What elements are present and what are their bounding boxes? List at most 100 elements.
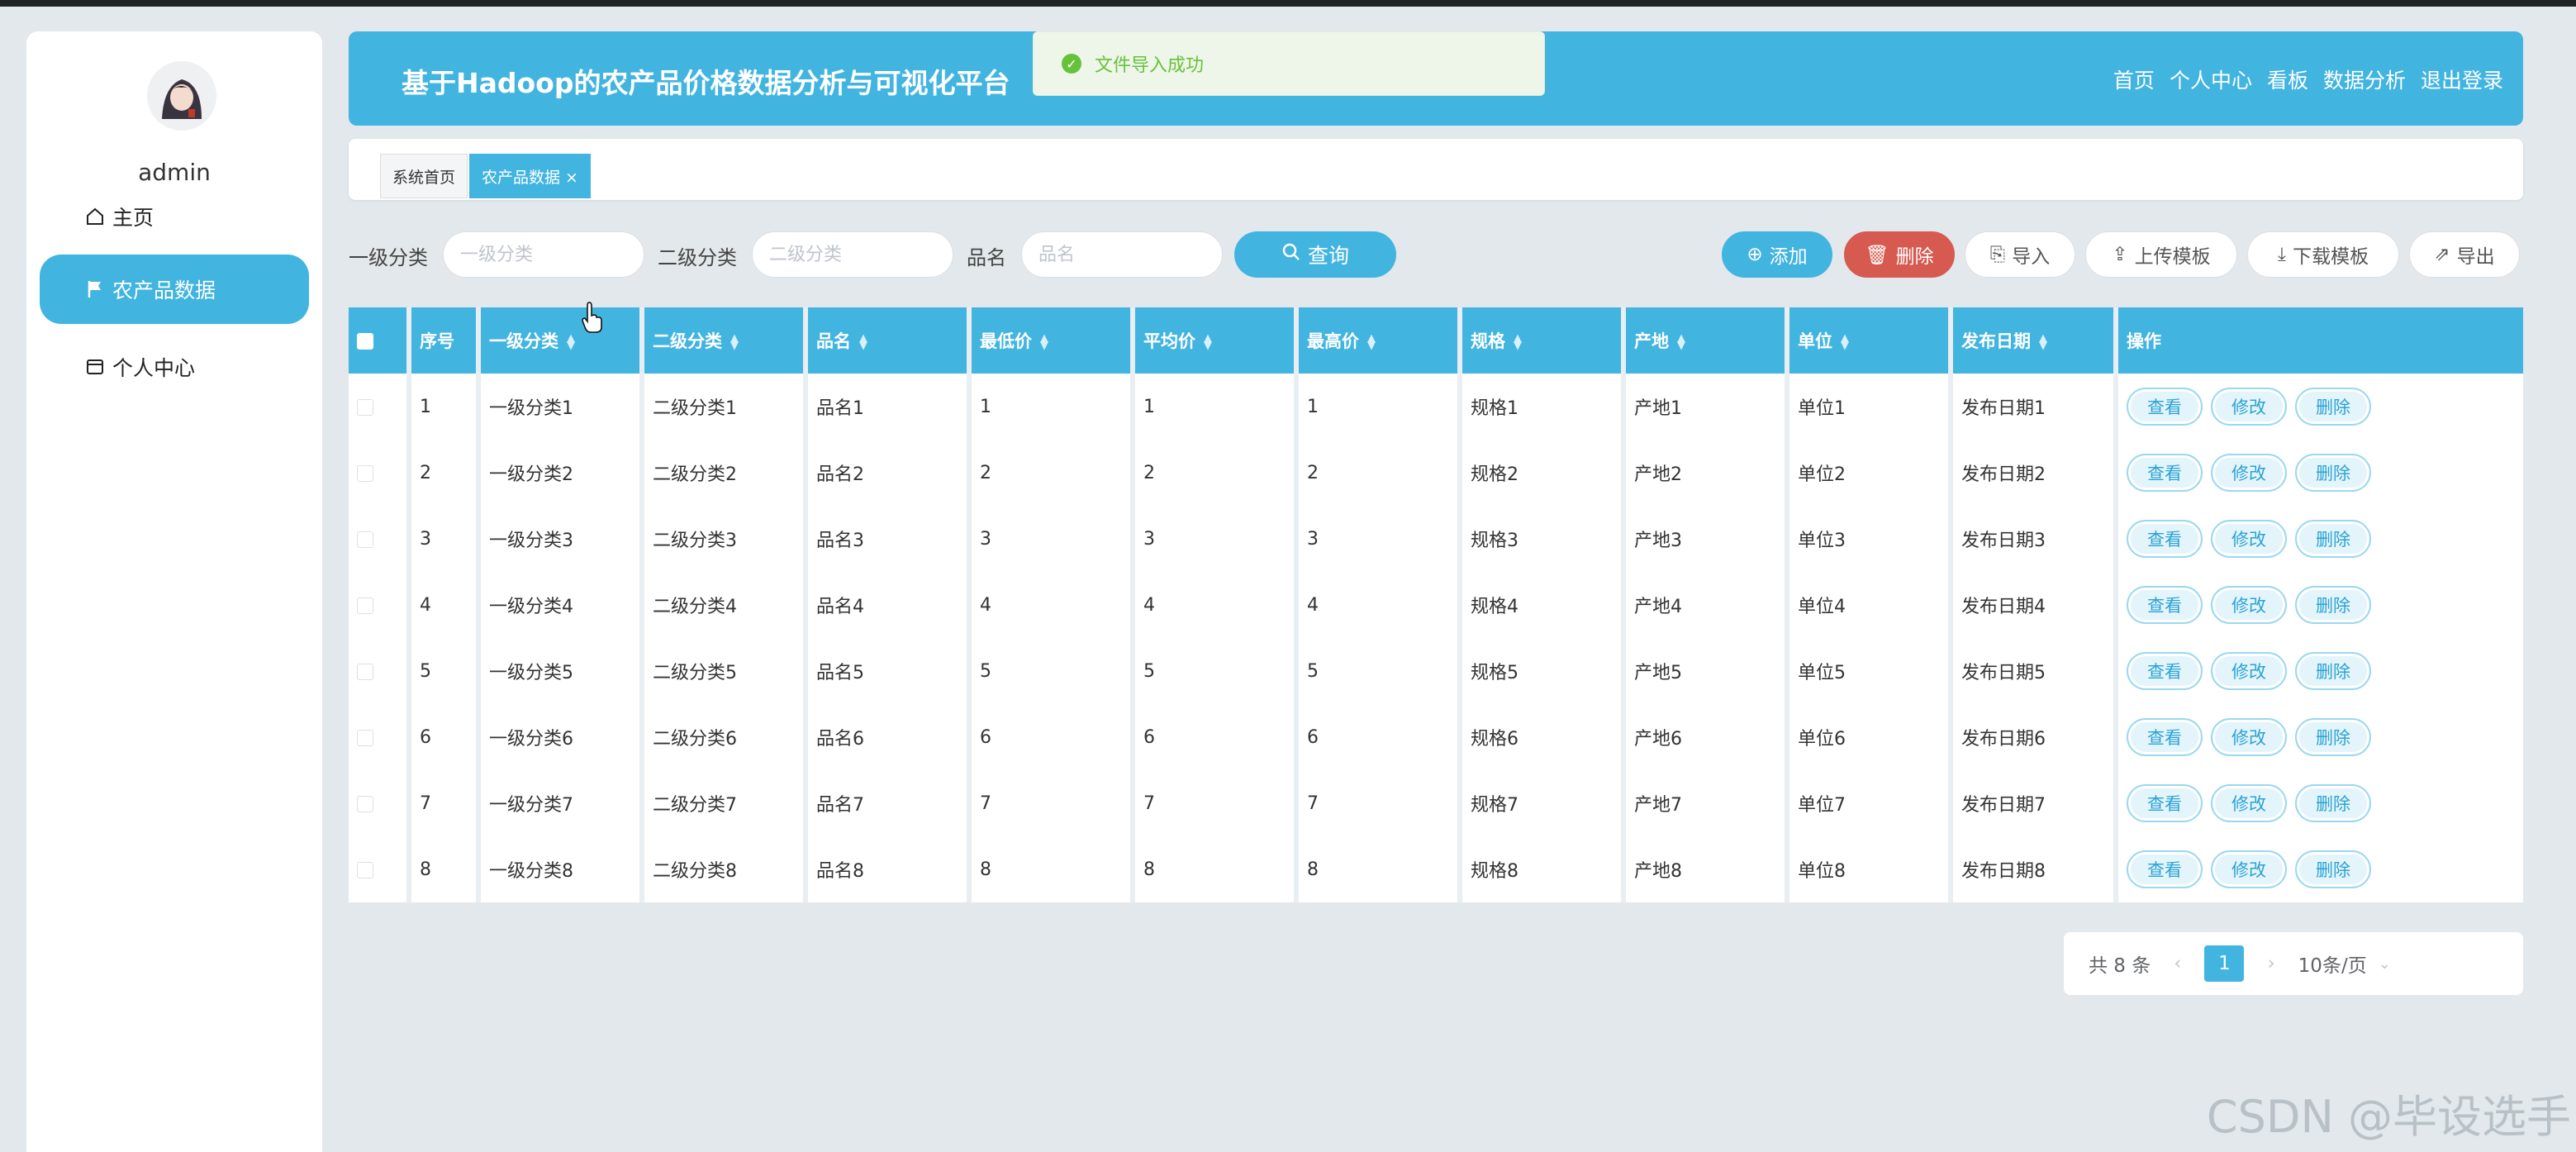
col-header-max-price[interactable]: 最高价 ▲ ▼ (1299, 307, 1462, 374)
sort-icon[interactable]: ▲ ▼ (1677, 333, 1685, 351)
cell-actions: 查看 修改 删除 (2118, 440, 2523, 506)
table-row[interactable]: 4 一级分类4 二级分类4 品名4 4 4 4 规格4 产地4 单位4 发布日期4 查看 修改 删除 (349, 572, 2523, 638)
row-select-cell[interactable] (349, 506, 411, 572)
sort-icon[interactable]: ▲ ▼ (2039, 333, 2047, 351)
avatar[interactable] (147, 61, 216, 131)
delete-button[interactable]: 删除 (2295, 850, 2371, 888)
prev-page-icon[interactable]: ‹ (2174, 953, 2181, 974)
edit-button[interactable]: 修改 (2211, 586, 2287, 624)
row-checkbox[interactable] (357, 729, 373, 746)
tag-system-home[interactable]: 系统首页 (380, 154, 468, 198)
col-header-unit[interactable]: 单位 ▲ ▼ (1789, 307, 1953, 374)
row-select-cell[interactable] (349, 374, 411, 440)
category2-input[interactable] (752, 231, 953, 278)
col-header-spec[interactable]: 规格 ▲ ▼ (1462, 307, 1626, 374)
sort-icon[interactable]: ▲ ▼ (1040, 333, 1048, 351)
sort-icon[interactable]: ▲ ▼ (1841, 333, 1849, 351)
view-button[interactable]: 查看 (2127, 454, 2203, 492)
delete-button[interactable]: 删除 (2295, 520, 2371, 558)
table-row[interactable]: 7 一级分类7 二级分类7 品名7 7 7 7 规格7 产地7 单位7 发布日期7 查看 修改 删除 (349, 770, 2523, 836)
edit-button[interactable]: 修改 (2211, 520, 2287, 558)
next-page-icon[interactable]: › (2267, 953, 2274, 974)
sort-icon[interactable]: ▲ ▼ (730, 333, 739, 351)
col-header-publish-date[interactable]: 发布日期 ▲ ▼ (1953, 307, 2118, 374)
cell-avg-price: 5 (1135, 638, 1299, 704)
cell-unit: 单位6 (1789, 704, 1953, 770)
nav-link-data-analysis[interactable]: 数据分析 (2323, 64, 2406, 94)
row-select-cell[interactable] (349, 770, 411, 836)
table-row[interactable]: 1 一级分类1 二级分类1 品名1 1 1 1 规格1 产地1 单位1 发布日期1 查看 修改 删除 (349, 374, 2523, 440)
batch-delete-button[interactable]: 🗑 删除 (1844, 231, 1955, 278)
edit-button[interactable]: 修改 (2211, 652, 2287, 690)
page-number-current[interactable]: 1 (2204, 945, 2245, 982)
col-header-category1[interactable]: 一级分类 ▲ ▼ (481, 307, 644, 374)
row-checkbox[interactable] (357, 795, 373, 812)
import-button[interactable]: ⎘ 导入 (1965, 231, 2075, 278)
row-checkbox[interactable] (357, 861, 373, 878)
view-button[interactable]: 查看 (2127, 718, 2203, 756)
tag-agri-data[interactable]: 农产品数据 × (469, 154, 591, 198)
sort-icon[interactable]: ▲ ▼ (1514, 333, 1522, 351)
row-select-cell[interactable] (349, 638, 411, 704)
sort-icon[interactable]: ▲ ▼ (1367, 333, 1376, 351)
delete-button[interactable]: 删除 (2295, 586, 2371, 624)
nav-link-logout[interactable]: 退出登录 (2421, 64, 2503, 94)
col-header-category2[interactable]: 二级分类 ▲ ▼ (644, 307, 808, 374)
view-button[interactable]: 查看 (2127, 652, 2203, 690)
table-row[interactable]: 6 一级分类6 二级分类6 品名6 6 6 6 规格6 产地6 单位6 发布日期6 查看 修改 删除 (349, 704, 2523, 770)
view-button[interactable]: 查看 (2127, 784, 2203, 822)
row-select-cell[interactable] (349, 572, 411, 638)
delete-button[interactable]: 删除 (2295, 388, 2371, 426)
row-checkbox[interactable] (357, 464, 373, 482)
row-checkbox[interactable] (357, 531, 373, 548)
row-select-cell[interactable] (349, 440, 411, 506)
nav-link-dashboard[interactable]: 看板 (2267, 64, 2308, 94)
query-button[interactable]: 查询 (1234, 231, 1396, 278)
sort-icon[interactable]: ▲ ▼ (859, 333, 867, 351)
export-button[interactable]: ⇗ 导出 (2409, 231, 2520, 278)
add-button[interactable]: ⊕ 添加 (1722, 231, 1832, 278)
sidebar-item-personal-center[interactable]: 个人中心 (40, 332, 309, 402)
table-row[interactable]: 5 一级分类5 二级分类5 品名5 5 5 5 规格5 产地5 单位5 发布日期5 查看 修改 删除 (349, 638, 2523, 704)
view-button[interactable]: 查看 (2127, 520, 2203, 558)
upload-template-button[interactable]: ⇪ 上传模板 (2085, 231, 2237, 278)
sort-icon[interactable]: ▲ ▼ (1204, 333, 1212, 351)
page-size-select[interactable]: 10条/页 ⌄ (2298, 950, 2391, 978)
edit-button[interactable]: 修改 (2211, 454, 2287, 492)
col-header-origin[interactable]: 产地 ▲ ▼ (1626, 307, 1789, 374)
table-row[interactable]: 3 一级分类3 二级分类3 品名3 3 3 3 规格3 产地3 单位3 发布日期3 查看 修改 删除 (349, 506, 2523, 572)
view-button[interactable]: 查看 (2127, 586, 2203, 624)
product-name-input[interactable] (1021, 231, 1223, 278)
table-row[interactable]: 8 一级分类8 二级分类8 品名8 8 8 8 规格8 产地8 单位8 发布日期8 查看 修改 删除 (349, 836, 2523, 902)
edit-button[interactable]: 修改 (2211, 784, 2287, 822)
col-header-avg-price[interactable]: 平均价 ▲ ▼ (1135, 307, 1299, 374)
table-row[interactable]: 2 一级分类2 二级分类2 品名2 2 2 2 规格2 产地2 单位2 发布日期2 查看 修改 删除 (349, 440, 2523, 506)
row-select-cell[interactable] (349, 836, 411, 902)
sidebar-item-home[interactable]: 主页 (40, 182, 309, 251)
category1-input[interactable] (443, 231, 644, 278)
view-button[interactable]: 查看 (2127, 850, 2203, 888)
cell-spec: 规格3 (1462, 506, 1626, 572)
nav-link-personal-center[interactable]: 个人中心 (2170, 64, 2252, 94)
view-button[interactable]: 查看 (2127, 388, 2203, 426)
sidebar-item-agri-data[interactable]: 农产品数据 (40, 255, 309, 324)
select-all-cell[interactable] (349, 307, 411, 374)
edit-button[interactable]: 修改 (2211, 388, 2287, 426)
cell-product-name: 品名1 (808, 374, 972, 440)
edit-button[interactable]: 修改 (2211, 718, 2287, 756)
nav-link-home[interactable]: 首页 (2113, 64, 2155, 94)
col-header-product-name[interactable]: 品名 ▲ ▼ (808, 307, 972, 374)
delete-button[interactable]: 删除 (2295, 784, 2371, 822)
edit-button[interactable]: 修改 (2211, 850, 2287, 888)
sort-icon[interactable]: ▲ ▼ (567, 333, 575, 351)
delete-button[interactable]: 删除 (2295, 718, 2371, 756)
download-template-button[interactable]: ⤓ 下载模板 (2247, 231, 2399, 278)
delete-button[interactable]: 删除 (2295, 454, 2371, 492)
row-checkbox[interactable] (357, 663, 373, 680)
select-all-checkbox[interactable] (357, 333, 373, 350)
row-checkbox[interactable] (357, 597, 373, 614)
row-select-cell[interactable] (349, 704, 411, 770)
row-checkbox[interactable] (357, 398, 373, 416)
delete-button[interactable]: 删除 (2295, 652, 2371, 690)
col-header-min-price[interactable]: 最低价 ▲ ▼ (972, 307, 1135, 374)
